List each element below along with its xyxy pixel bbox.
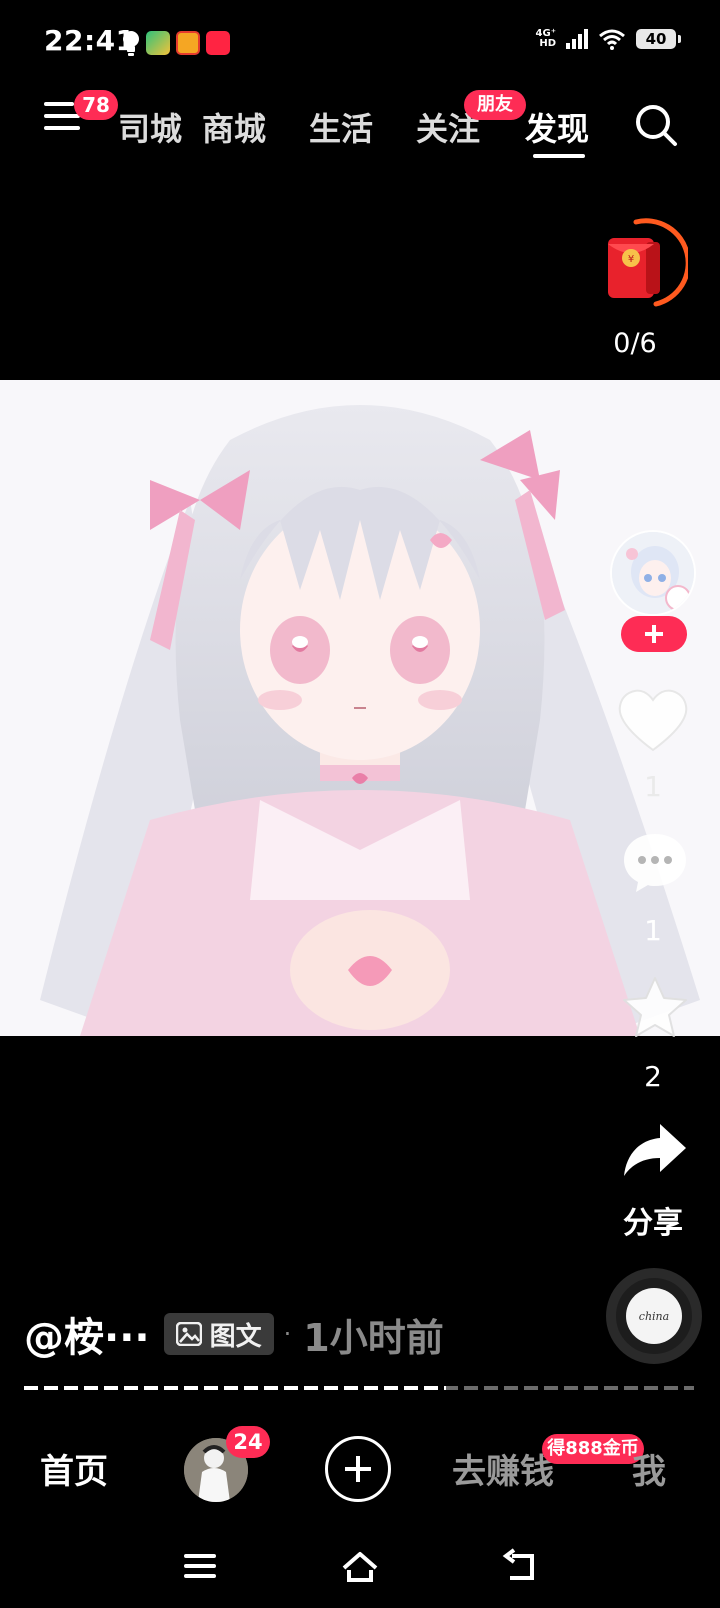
battery-icon: 40 <box>636 29 681 49</box>
share-arrow-icon[interactable] <box>620 1120 690 1180</box>
bulb-icon <box>123 31 139 56</box>
image-progress <box>24 1386 694 1390</box>
separator-dot: · <box>283 1320 292 1348</box>
top-nav: 78 司城 商城 生活 关注 朋友 发现 <box>0 86 720 170</box>
plus-icon <box>645 625 663 643</box>
avatar-illustration <box>612 532 694 614</box>
anime-girl-illustration <box>0 380 720 1036</box>
like-heart-icon[interactable] <box>616 688 690 754</box>
back-icon[interactable] <box>500 1546 540 1586</box>
follow-button[interactable] <box>621 616 687 652</box>
system-nav-bar <box>0 1530 720 1608</box>
red-packet-icon[interactable]: ¥ <box>596 218 688 310</box>
status-bar: 22:41 4G⁺ HD 40 <box>0 0 720 86</box>
red-packet-progress: 0/6 <box>613 328 657 359</box>
music-disc-label: china <box>626 1288 682 1344</box>
friends-badge: 24 <box>226 1426 270 1458</box>
search-icon[interactable] <box>633 102 679 148</box>
tab-mall[interactable]: 商城 <box>202 104 266 150</box>
create-post-button[interactable] <box>325 1436 391 1502</box>
earn-badge: 得888金币 <box>542 1434 644 1464</box>
wifi-icon <box>599 29 625 50</box>
active-tab-indicator <box>533 154 585 158</box>
post-time: 1小时前 <box>303 1315 444 1360</box>
share-label: 分享 <box>623 1206 683 1241</box>
status-right: 4G⁺ HD 40 <box>522 28 681 50</box>
tab-local[interactable]: 司城 <box>118 104 182 150</box>
plus-icon <box>345 1456 371 1482</box>
progress-fill <box>24 1386 447 1390</box>
author-name[interactable]: @桉··· <box>24 1305 150 1363</box>
xiaohongshu-app-icon <box>206 31 230 55</box>
bottom-nav: 首页 24 去赚钱 得888金币 我 <box>0 1424 720 1514</box>
post-image[interactable] <box>0 380 720 1036</box>
post-type-label: 图文 <box>209 1321 262 1352</box>
status-app-icons <box>122 30 230 56</box>
image-icon <box>175 1322 202 1346</box>
network-label: 4G⁺ HD <box>535 28 556 49</box>
tab-discover[interactable]: 发现 <box>525 104 589 150</box>
home-icon[interactable] <box>340 1546 380 1586</box>
comment-icon[interactable] <box>620 830 690 894</box>
tab-life[interactable]: 生活 <box>309 104 373 150</box>
nav-earn[interactable]: 去赚钱 <box>452 1444 554 1493</box>
signal-icon <box>566 29 588 49</box>
friend-badge: 朋友 <box>464 90 526 120</box>
menu-badge: 78 <box>74 90 118 120</box>
svg-text:¥: ¥ <box>628 254 634 265</box>
recent-apps-icon[interactable] <box>180 1546 220 1586</box>
like-count: 1 <box>644 770 662 803</box>
favorite-count: 2 <box>644 1060 662 1093</box>
nav-me[interactable]: 我 <box>632 1444 666 1493</box>
author-avatar[interactable] <box>610 530 696 616</box>
meituan-app-icon <box>176 31 200 55</box>
favorite-star-icon[interactable] <box>620 974 690 1040</box>
post-info: @桉··· 图文 · 1小时前 <box>24 1306 444 1362</box>
comment-count: 1 <box>644 914 662 947</box>
wallet-app-icon <box>146 31 170 55</box>
post-type-chip: 图文 <box>163 1313 274 1355</box>
nav-home[interactable]: 首页 <box>40 1444 108 1493</box>
music-disc[interactable]: china <box>606 1268 702 1364</box>
